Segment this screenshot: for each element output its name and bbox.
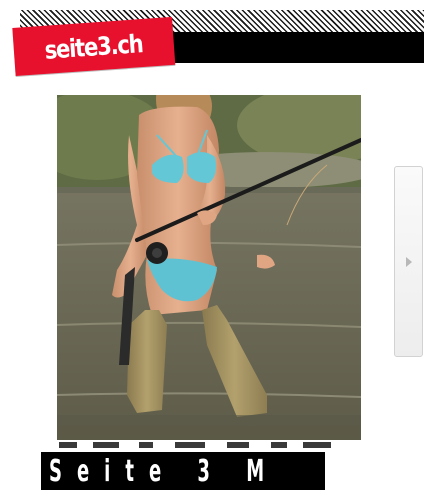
- page: seite3.ch Seite 3 M: [0, 0, 437, 493]
- caption-text: Seite 3 M: [49, 453, 280, 489]
- chevron-right-icon: [405, 256, 412, 267]
- site-logo[interactable]: seite3.ch: [12, 16, 176, 76]
- gallery-photo[interactable]: [57, 95, 361, 440]
- next-slide-button[interactable]: [394, 166, 423, 357]
- logo-text: seite3.ch: [43, 28, 144, 65]
- gallery-photo-image: [57, 95, 361, 440]
- photo-caption: Seite 3 M: [41, 452, 325, 490]
- caption-strip: [57, 440, 357, 448]
